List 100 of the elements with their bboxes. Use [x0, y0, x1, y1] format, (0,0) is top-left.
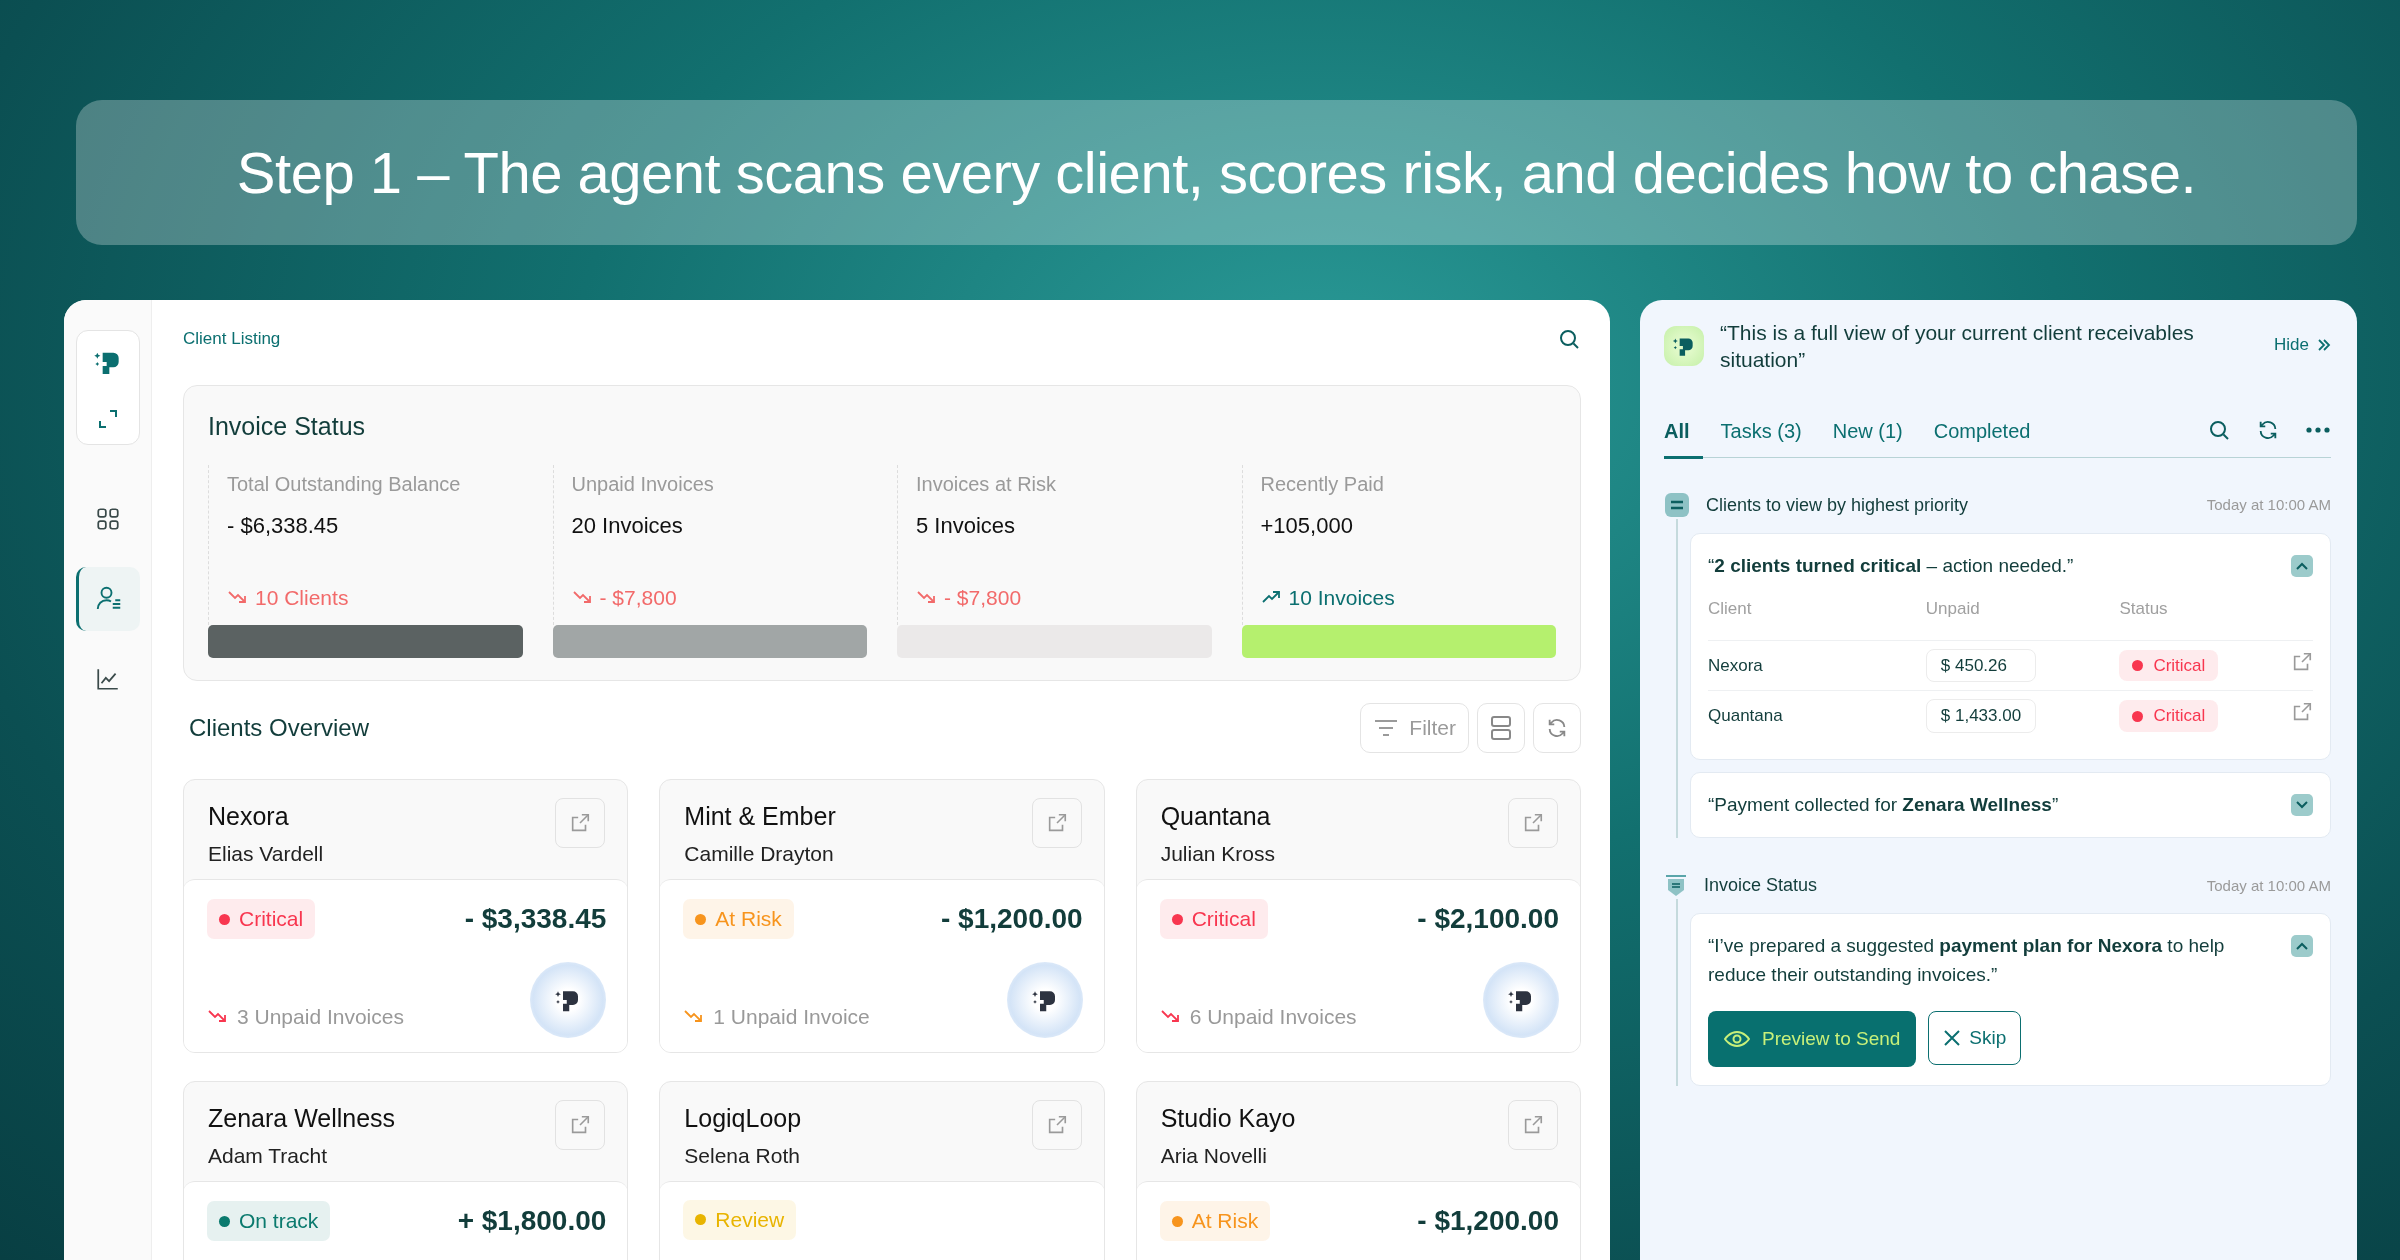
- contact-name: Camille Drayton: [684, 840, 835, 867]
- invoice-count: 1 Unpaid Invoice: [713, 1003, 870, 1030]
- metric-label: Invoices at Risk: [916, 472, 1058, 497]
- contact-name: Elias Vardell: [208, 840, 324, 867]
- metric-value: +105,000: [1260, 512, 1354, 540]
- metric-label: Recently Paid: [1260, 472, 1385, 497]
- amount: - $1,200.00: [941, 902, 1083, 936]
- list-icon: [1664, 492, 1690, 519]
- status-badge: Critical: [2119, 700, 2219, 732]
- open-button[interactable]: [1031, 1100, 1082, 1150]
- assistant-message: “This is a full view of your current client receivables situation”: [1720, 320, 2195, 373]
- trend-down-icon: [916, 589, 936, 606]
- chevron-down-icon: [2296, 800, 2308, 809]
- client-name: LogiqLoop: [684, 1103, 802, 1134]
- status-badge: On track: [207, 1201, 331, 1241]
- status-badge: Critical: [1159, 899, 1268, 939]
- unpaid-amount: $ 450.26: [1925, 648, 2036, 683]
- external-link-icon: [1522, 1114, 1544, 1136]
- trend-down-icon: [227, 589, 247, 606]
- double-chevron-icon: [2317, 337, 2331, 352]
- client-name: Zenara Wellness: [208, 1103, 396, 1134]
- external-link-icon: [2291, 650, 2313, 673]
- contact-name: Adam Tracht: [208, 1142, 329, 1169]
- line-chart-icon: [94, 666, 121, 692]
- external-link-icon: [569, 1114, 592, 1136]
- column-header: Unpaid: [1925, 596, 2120, 641]
- external-link-icon: [569, 812, 592, 834]
- refresh-icon: [2257, 419, 2279, 442]
- collapse-toggle[interactable]: [2291, 793, 2313, 816]
- status-badge: Critical: [2119, 649, 2219, 682]
- skip-button[interactable]: Skip: [1928, 1011, 2022, 1066]
- grid-icon: [94, 506, 121, 532]
- metric-trend: - $7,800: [599, 584, 677, 611]
- metric-value: - $6,338.45: [227, 512, 340, 540]
- metric-label: Total Outstanding Balance: [227, 472, 462, 497]
- open-button[interactable]: [1031, 798, 1082, 848]
- metric-trend: - $7,800: [944, 584, 1022, 611]
- status-badge: At Risk: [683, 899, 794, 939]
- expand-icon[interactable]: [97, 408, 118, 429]
- status-badge: Review: [683, 1200, 797, 1240]
- more-button[interactable]: [2305, 426, 2331, 435]
- contact-name: Selena Roth: [684, 1142, 801, 1169]
- chevron-up-icon: [2296, 942, 2308, 951]
- client-name: Quantana: [1708, 706, 1783, 726]
- timestamp: Today at 10:00 AM: [2206, 875, 2331, 896]
- message-text: “Payment collected for Zenara Wellness”: [1708, 792, 2059, 817]
- tab[interactable]: New (1): [1832, 411, 1916, 459]
- contact-name: Aria Novelli: [1160, 1142, 1268, 1169]
- metric-value: 5 Invoices: [916, 512, 1017, 540]
- column-header: Client: [1708, 596, 1926, 641]
- collapse-toggle[interactable]: [2291, 554, 2313, 577]
- message-text: “I’ve prepared a suggested payment plan for Nexora to help reduce their outstanding invoices.”: [1708, 934, 2226, 987]
- eye-icon: [1724, 1030, 1750, 1049]
- tab[interactable]: Completed: [1933, 411, 2044, 459]
- status-badge: Critical: [207, 899, 316, 939]
- client-name: Nexora: [208, 801, 290, 832]
- filter-icon: [1373, 719, 1400, 737]
- client-name: Mint & Ember: [684, 801, 836, 832]
- hide-button[interactable]: Hide: [2274, 332, 2331, 358]
- section-title: Clients to view by highest priority: [1706, 493, 1970, 517]
- external-link-icon: [1522, 812, 1544, 834]
- trend-down-icon: [1159, 1008, 1180, 1025]
- metric-trend: 10 Invoices: [1288, 584, 1395, 611]
- invoice-count: 3 Unpaid Invoices: [237, 1003, 404, 1030]
- open-button[interactable]: [555, 798, 606, 848]
- sidebar-item[interactable]: [75, 567, 140, 631]
- open-button[interactable]: [555, 1100, 606, 1150]
- trend-down-icon: [571, 589, 592, 606]
- column-header: Status: [2119, 596, 2265, 641]
- client-name: Studio Kayo: [1160, 1103, 1296, 1134]
- trend-down-icon: [207, 1008, 227, 1025]
- amount: + $1,800.00: [457, 1204, 607, 1238]
- amount: - $2,100.00: [1417, 902, 1559, 936]
- client-name: Nexora: [1708, 655, 1763, 675]
- collapse-toggle[interactable]: [2291, 935, 2313, 958]
- section-title: Invoice Status: [1704, 874, 1819, 898]
- tab[interactable]: Tasks (3): [1720, 411, 1815, 459]
- contact-name: Julian Kross: [1160, 840, 1276, 867]
- chevron-up-icon: [2296, 561, 2308, 570]
- refresh-button[interactable]: [1533, 703, 1581, 753]
- refresh-button[interactable]: [2257, 419, 2279, 442]
- open-button[interactable]: [2291, 650, 2313, 673]
- layout-icon: [1490, 715, 1512, 741]
- trend-down-icon: [683, 1008, 704, 1025]
- open-button[interactable]: [1508, 798, 1558, 848]
- amount: - $1,200.00: [1417, 1204, 1559, 1238]
- document-icon: [1664, 873, 1688, 898]
- unpaid-amount: $ 1,433.00: [1925, 699, 2037, 733]
- breadcrumb[interactable]: Client Listing: [183, 326, 281, 352]
- preview-button[interactable]: Preview to Send: [1708, 1011, 1917, 1068]
- open-button[interactable]: [1508, 1100, 1558, 1150]
- banner-title: Step 1 – The agent scans every client, scores risk, and decides how to chase.: [76, 100, 2357, 245]
- message-text: “2 clients turned critical – action needed.”: [1708, 553, 2074, 578]
- timestamp: Today at 10:00 AM: [2206, 495, 2331, 515]
- close-icon: [1943, 1029, 1962, 1048]
- tab[interactable]: All: [1664, 411, 1703, 459]
- metric-trend: 10 Clients: [255, 584, 349, 611]
- layout-button[interactable]: [1477, 703, 1525, 753]
- metric-label: Unpaid Invoices: [571, 472, 715, 497]
- metric-value: 20 Invoices: [571, 512, 684, 540]
